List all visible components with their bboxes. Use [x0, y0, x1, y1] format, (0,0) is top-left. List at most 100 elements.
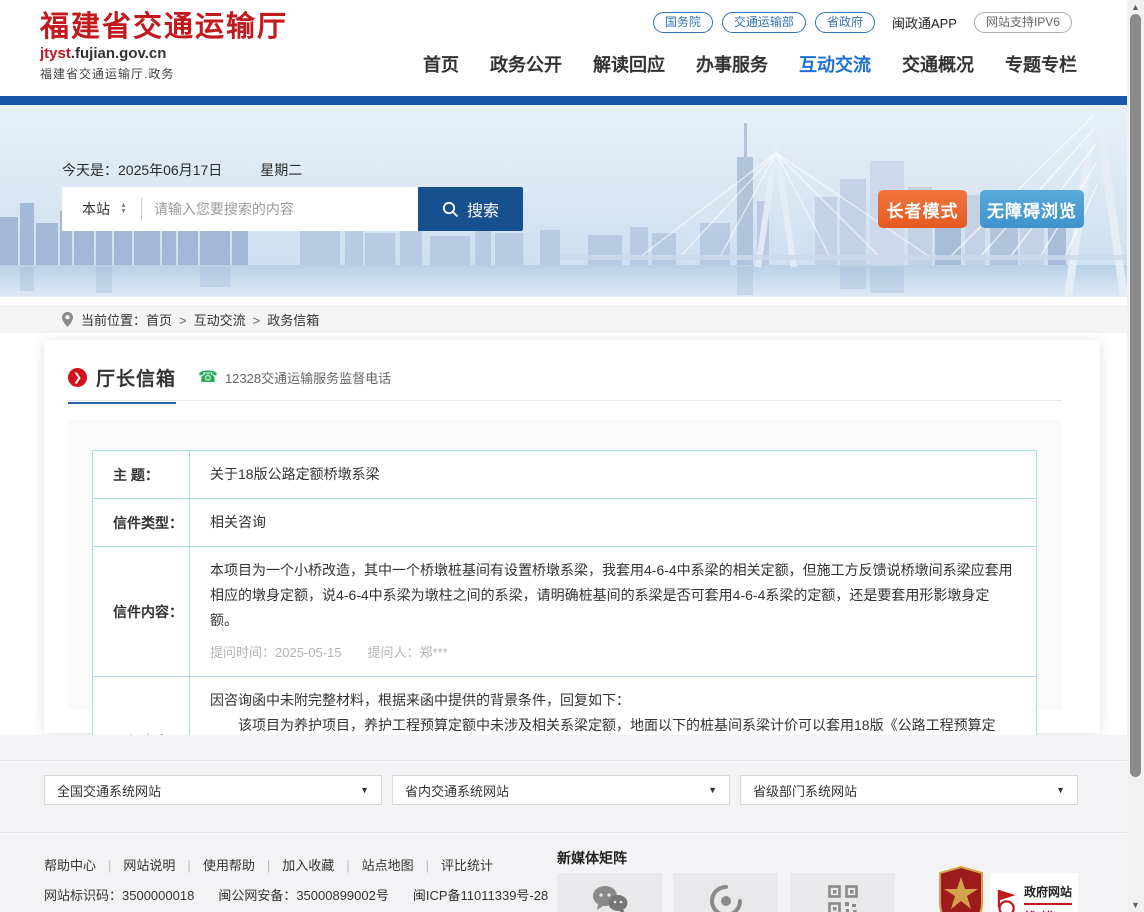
- public-security-filing[interactable]: 闽公网安备：35000899002号: [218, 885, 389, 904]
- dropdown-arrow-icon: ▼: [1056, 785, 1065, 795]
- breadcrumb-prefix: 当前位置：: [81, 310, 146, 329]
- arrow-circle-icon: ❯: [68, 368, 87, 387]
- footer-link-site-map[interactable]: 站点地图: [362, 855, 441, 874]
- search-button-label: 搜索: [467, 197, 499, 221]
- nav-interpretation[interactable]: 解读回应: [593, 51, 665, 77]
- footer-identifiers: 网站标识码：3500000018 闽公网安备：35000899002号 闽ICP…: [44, 885, 548, 904]
- chevron-right-icon: ❯: [73, 371, 82, 384]
- select-label: 省内交通系统网站: [405, 781, 509, 800]
- icp-filing[interactable]: 闽ICP备11011339号-28: [413, 885, 548, 904]
- weekday: 星期二: [260, 162, 302, 178]
- top-quick-links: 国务院 交通运输部 省政府 闽政通APP 网站支持IPV6: [653, 12, 1072, 33]
- scrollbar[interactable]: ▲ ▼: [1127, 0, 1144, 912]
- nav-transport-overview[interactable]: 交通概况: [902, 51, 974, 77]
- search-button[interactable]: 搜索: [418, 187, 523, 231]
- site-logo: 福建省交通运输厅 jtyst.fujian.gov.cn 福建省交通运输厅.政务: [40, 11, 288, 82]
- page: 福建省交通运输厅 jtyst.fujian.gov.cn 福建省交通运输厅.政务…: [0, 0, 1144, 912]
- footer-link-site-description[interactable]: 网站说明: [123, 855, 202, 874]
- search-bar: 本站 ▲ ▼ 搜索: [62, 187, 523, 231]
- qrcode-icon: [828, 885, 858, 912]
- banner: 今天是：2025年06月17日 星期二 本站 ▲ ▼ 搜索 长者模式 无障碍浏览: [0, 105, 1127, 297]
- nav-services[interactable]: 办事服务: [696, 51, 768, 77]
- find-error-box[interactable]: 政府网站 找错: [990, 873, 1078, 912]
- search-scope-select[interactable]: 本站: [82, 199, 110, 219]
- scope-toggle-icon[interactable]: ▲ ▼: [120, 203, 127, 215]
- footer-link-evaluation-stats[interactable]: 评比统计: [441, 855, 493, 874]
- select-provincial-transport-sites[interactable]: 省内交通系统网站 ▼: [392, 775, 730, 805]
- table-row-content: 信件内容： 本项目为一个小桥改造，其中一个桥墩桩基间有设置桥墩系梁，我套用4-6…: [93, 547, 1037, 677]
- weibo-box[interactable]: [673, 873, 778, 912]
- breadcrumb-interaction[interactable]: 互动交流: [194, 310, 268, 329]
- party-government-badge[interactable]: 党政机关: [936, 865, 986, 912]
- site-id-code: 网站标识码：3500000018: [44, 885, 194, 904]
- hotline: ☎ 12328交通运输服务监督电话: [198, 368, 391, 387]
- type-label: 信件类型：: [93, 499, 190, 547]
- nav-special-columns[interactable]: 专题专栏: [1005, 51, 1077, 77]
- phone-icon: ☎: [198, 370, 218, 386]
- tab-director-mailbox[interactable]: ❯ 厅长信箱: [68, 364, 176, 404]
- link-state-council[interactable]: 国务院: [653, 12, 713, 33]
- mailbox-card: ❯ 厅长信箱 ☎ 12328交通运输服务监督电话 主 题： 关于18版公路定额桥…: [44, 340, 1100, 733]
- select-provincial-department-sites[interactable]: 省级部门系统网站 ▼: [740, 775, 1078, 805]
- new-media-title: 新媒体矩阵: [557, 848, 627, 868]
- scrollbar-up-icon[interactable]: ▲: [1127, 0, 1144, 14]
- search-input[interactable]: [154, 201, 394, 217]
- content-label: 信件内容：: [93, 547, 190, 677]
- breadcrumb: 当前位置： 首页 互动交流 政务信箱: [81, 310, 319, 329]
- site-domain: jtyst.fujian.gov.cn: [40, 45, 288, 62]
- link-ministry-of-transport[interactable]: 交通运输部: [722, 12, 806, 33]
- select-label: 省级部门系统网站: [753, 781, 857, 800]
- find-error-text: 政府网站 找错: [1024, 883, 1072, 912]
- nav-interaction[interactable]: 互动交流: [799, 51, 871, 77]
- subject-value: 关于18版公路定额桥墩系梁: [190, 451, 1037, 499]
- find-error-line1: 政府网站: [1024, 883, 1072, 900]
- scrollbar-thumb[interactable]: [1130, 14, 1141, 777]
- site-header: 福建省交通运输厅 jtyst.fujian.gov.cn 福建省交通运输厅.政务…: [0, 0, 1127, 96]
- footer-link-add-favorite[interactable]: 加入收藏: [282, 855, 361, 874]
- footer: 全国交通系统网站 ▼ 省内交通系统网站 ▼ 省级部门系统网站 ▼ 帮助中心 网站…: [0, 735, 1127, 912]
- footer-divider-top: [0, 760, 1127, 761]
- search-icon: [442, 201, 459, 218]
- site-group-selects: 全国交通系统网站 ▼ 省内交通系统网站 ▼ 省级部门系统网站 ▼: [44, 775, 1078, 805]
- table-row-type: 信件类型： 相关咨询: [93, 499, 1037, 547]
- dropdown-arrow-icon: ▼: [708, 785, 717, 795]
- find-error-logo-icon: [996, 887, 1019, 912]
- site-title: 福建省交通运输厅: [40, 11, 288, 43]
- letter-content-text: 本项目为一个小桥改造，其中一个桥墩桩基间有设置桥墩系梁，我套用4-6-4中系梁的…: [210, 558, 1016, 633]
- find-error-line2: 找错: [1024, 903, 1072, 912]
- qrcode-box[interactable]: [790, 873, 895, 912]
- search-box: 本站 ▲ ▼: [62, 187, 418, 231]
- nav-home[interactable]: 首页: [423, 51, 459, 77]
- footer-link-help-center[interactable]: 帮助中心: [44, 855, 123, 874]
- sort-down-icon: ▼: [120, 209, 127, 215]
- ipv6-support-badge: 网站支持IPV6: [974, 12, 1072, 33]
- today-date: 今天是：2025年06月17日: [62, 162, 222, 178]
- subject-label: 主 题：: [93, 451, 190, 499]
- footer-divider-bottom: [0, 832, 1127, 833]
- accessibility-button[interactable]: 无障碍浏览: [980, 190, 1084, 228]
- table-row-subject: 主 题： 关于18版公路定额桥墩系梁: [93, 451, 1037, 499]
- nav-gov-disclosure[interactable]: 政务公开: [490, 51, 562, 77]
- elder-mode-button[interactable]: 长者模式: [878, 190, 967, 228]
- select-national-transport-sites[interactable]: 全国交通系统网站 ▼: [44, 775, 382, 805]
- header-divider-bar: [0, 96, 1127, 105]
- letter-content-meta: 提问时间：2025-05-15 提问人：郑***: [210, 640, 1016, 665]
- wechat-icon: [592, 885, 628, 912]
- scrollbar-down-icon[interactable]: ▼: [1127, 898, 1144, 912]
- site-domain-prefix: jtyst: [40, 45, 71, 62]
- link-provincial-government[interactable]: 省政府: [815, 12, 875, 33]
- type-value: 相关咨询: [190, 499, 1037, 547]
- wechat-box[interactable]: [557, 873, 662, 912]
- breadcrumb-strip: 当前位置： 首页 互动交流 政务信箱: [0, 305, 1127, 333]
- location-pin-icon: [62, 312, 73, 327]
- footer-link-usage-help[interactable]: 使用帮助: [203, 855, 282, 874]
- select-label: 全国交通系统网站: [57, 781, 161, 800]
- site-subtitle: 福建省交通运输厅.政务: [40, 65, 288, 82]
- dropdown-arrow-icon: ▼: [360, 785, 369, 795]
- minzhengtong-app-label[interactable]: 闽政通APP: [892, 13, 957, 32]
- tab-title: 厅长信箱: [96, 364, 176, 391]
- breadcrumb-mailbox: 政务信箱: [267, 310, 319, 329]
- main-nav: 首页 政务公开 解读回应 办事服务 互动交流 交通概况 专题专栏: [423, 51, 1077, 77]
- letter-panel: 主 题： 关于18版公路定额桥墩系梁 信件类型： 相关咨询 信件内容： 本项目为…: [68, 420, 1062, 710]
- breadcrumb-home[interactable]: 首页: [146, 310, 194, 329]
